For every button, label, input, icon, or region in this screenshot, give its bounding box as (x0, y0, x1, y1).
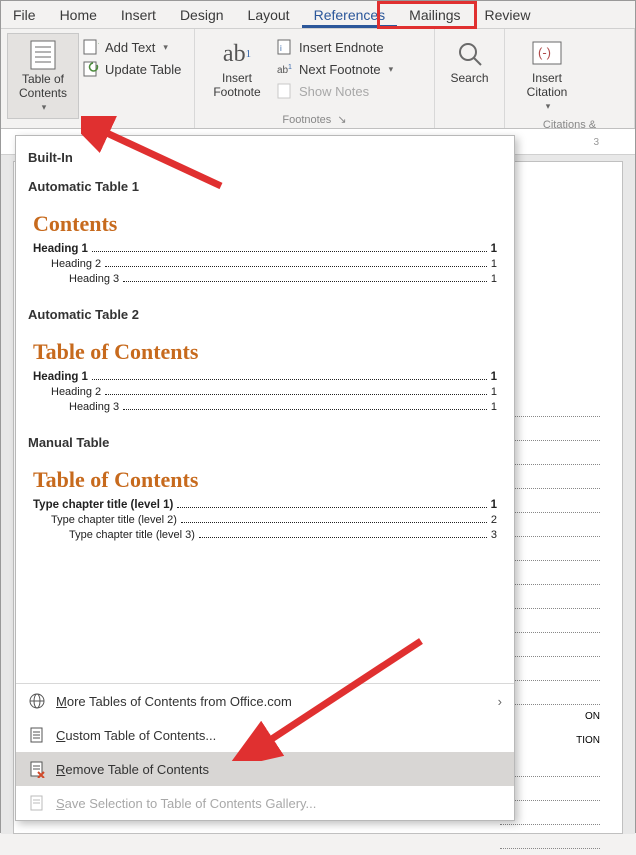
svg-text:(-): (-) (538, 45, 551, 60)
group-label (441, 112, 498, 126)
chevron-down-icon: ▾ (389, 64, 394, 75)
add-text-label: Add Text (105, 40, 155, 55)
show-notes-icon (277, 83, 293, 99)
manual-table-label: Manual Table (28, 435, 502, 450)
tab-design[interactable]: Design (168, 1, 236, 28)
insert-citation-button[interactable]: (-) Insert Citation ▾ (511, 33, 583, 117)
next-footnote-button[interactable]: ab1 Next Footnote ▾ (273, 59, 397, 79)
insert-endnote-label: Insert Endnote (299, 40, 384, 55)
svg-text:ab: ab (277, 65, 289, 76)
save-selection-label: Save Selection to Table of Contents Gall… (56, 796, 316, 811)
more-tables-label: More Tables of Contents from Office.com (56, 694, 292, 709)
table-of-contents-button[interactable]: Table of Contents ▾ (7, 33, 79, 119)
insert-footnote-label: Insert Footnote (213, 71, 260, 99)
update-table-button[interactable]: Update Table (79, 59, 185, 79)
add-text-icon: + (83, 39, 99, 55)
toc-icon (30, 38, 56, 72)
remove-toc-item[interactable]: Remove Table of Contents (16, 752, 514, 786)
tab-home[interactable]: Home (48, 1, 109, 28)
preview-title: Table of Contents (33, 339, 497, 365)
auto-table-2-preview[interactable]: Table of Contents Heading 11 Heading 21 … (28, 332, 502, 427)
tab-layout[interactable]: Layout (236, 1, 302, 28)
toc-label: Table of Contents (19, 72, 67, 100)
save-selection-item: Save Selection to Table of Contents Gall… (16, 786, 514, 820)
chevron-down-icon: ▾ (42, 100, 47, 114)
search-label: Search (450, 71, 488, 85)
bg-row-text: TION (500, 735, 600, 753)
bg-content: s ON TION (500, 362, 600, 855)
add-text-button[interactable]: + Add Text ▾ (79, 37, 185, 57)
dropdown-footer: More Tables of Contents from Office.com … (16, 683, 514, 820)
chevron-right-icon: › (498, 694, 502, 709)
auto-table-1-preview[interactable]: Contents Heading 11 Heading 21 Heading 3… (28, 204, 502, 299)
custom-toc-label: Custom Table of Contents... (56, 728, 216, 743)
preview-title: Contents (33, 211, 497, 237)
citation-icon: (-) (532, 37, 562, 71)
insert-footnote-button[interactable]: ab1 Insert Footnote (201, 33, 273, 111)
search-icon (456, 37, 484, 71)
update-table-label: Update Table (105, 62, 181, 77)
chevron-down-icon: ▾ (163, 42, 168, 53)
svg-text:1: 1 (288, 64, 292, 71)
tab-file[interactable]: File (1, 1, 48, 28)
custom-toc-item[interactable]: Custom Table of Contents... (16, 718, 514, 752)
remove-icon (28, 760, 46, 778)
tab-references[interactable]: References (302, 1, 398, 28)
insert-citation-label: Insert Citation (527, 71, 568, 99)
preview-title: Table of Contents (33, 467, 497, 493)
tab-review[interactable]: Review (473, 1, 543, 28)
svg-text:+: + (98, 39, 99, 50)
endnote-icon: i (277, 39, 293, 55)
insert-endnote-button[interactable]: i Insert Endnote (273, 37, 397, 57)
tab-insert[interactable]: Insert (109, 1, 168, 28)
document-icon (28, 726, 46, 744)
update-icon (83, 61, 99, 77)
show-notes-button: Show Notes (273, 81, 397, 101)
ruler-mark: 3 (593, 137, 599, 148)
save-gallery-icon (28, 794, 46, 812)
remove-toc-label: Remove Table of Contents (56, 762, 209, 777)
more-tables-item[interactable]: More Tables of Contents from Office.com … (16, 684, 514, 718)
show-notes-label: Show Notes (299, 84, 369, 99)
bg-title-fragment: s (500, 362, 600, 385)
footnote-icon: ab1 (223, 37, 251, 71)
search-button[interactable]: Search (441, 33, 498, 112)
globe-icon (28, 692, 46, 710)
chevron-down-icon: ▾ (546, 99, 551, 113)
tab-mailings[interactable]: Mailings (397, 1, 472, 28)
auto-table-1-label: Automatic Table 1 (28, 179, 502, 194)
svg-text:i: i (280, 44, 282, 53)
toc-dropdown: Built-In Automatic Table 1 Contents Head… (15, 135, 515, 821)
next-footnote-icon: ab1 (277, 61, 293, 77)
ribbon-tabs: File Home Insert Design Layout Reference… (1, 1, 635, 29)
ribbon: Table of Contents ▾ + Add Text ▾ Update T… (1, 29, 635, 129)
auto-table-2-label: Automatic Table 2 (28, 307, 502, 322)
footnotes-group-label: Footnotes ↘ (201, 111, 428, 126)
bg-row-text: ON (500, 711, 600, 729)
manual-table-preview[interactable]: Table of Contents Type chapter title (le… (28, 460, 502, 555)
next-footnote-label: Next Footnote (299, 62, 381, 77)
builtin-header: Built-In (28, 150, 502, 165)
